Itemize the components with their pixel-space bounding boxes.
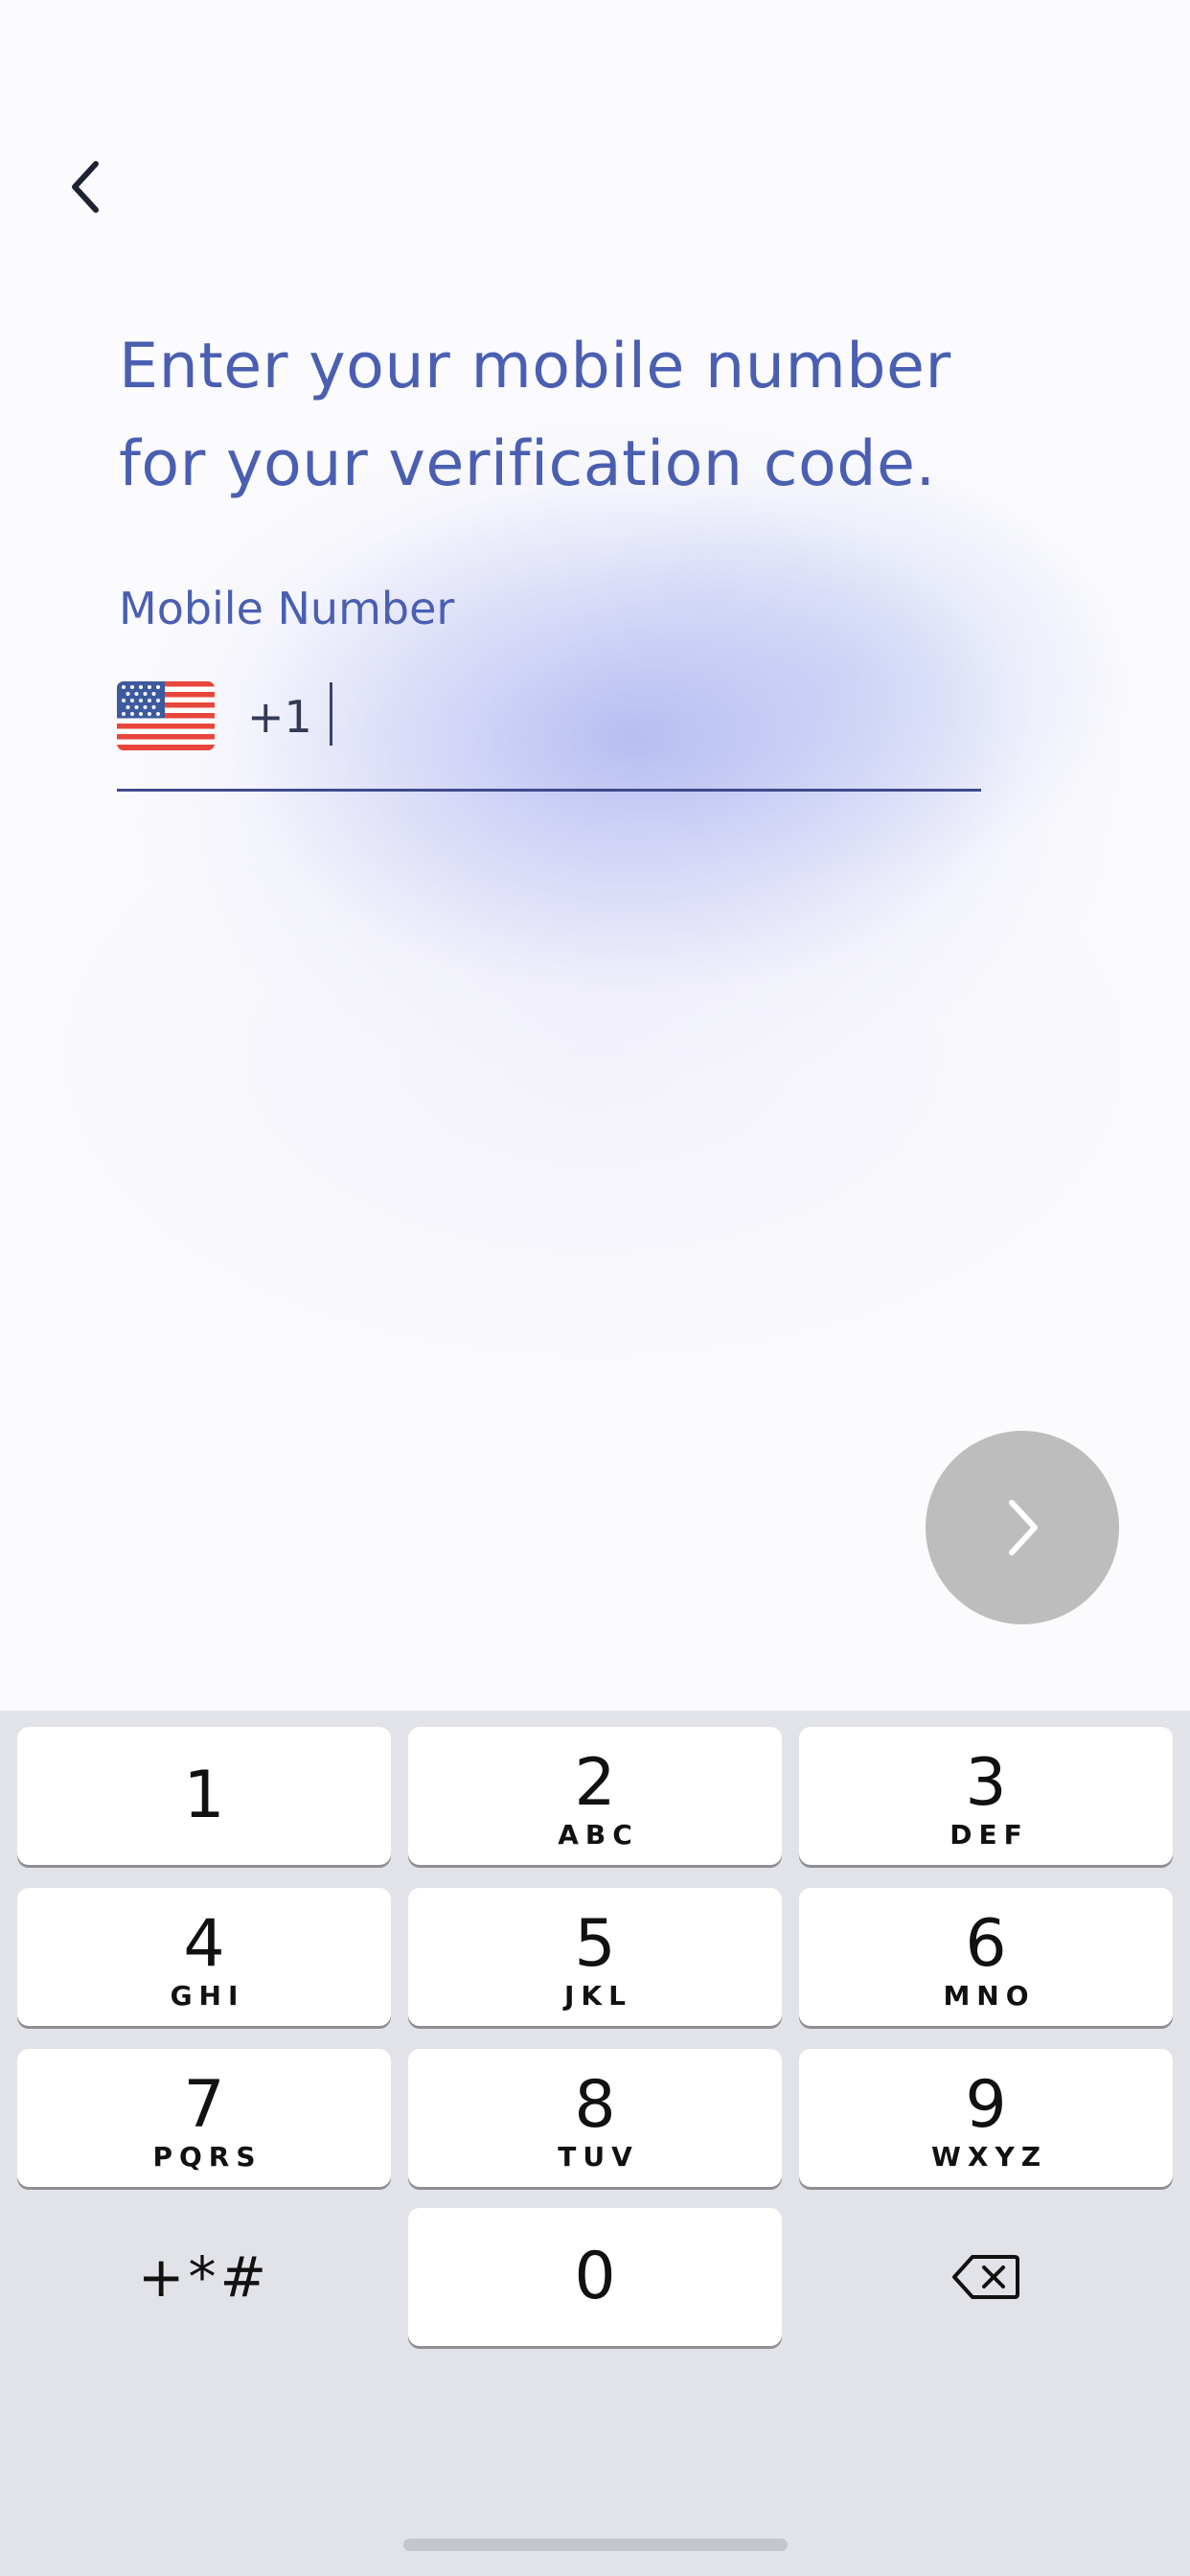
key-digit: 0 — [574, 2239, 616, 2314]
chevron-left-icon — [72, 161, 99, 213]
back-button[interactable] — [57, 153, 115, 220]
next-button[interactable] — [926, 1431, 1119, 1624]
title-line-2: for your verification code. — [119, 428, 936, 500]
key-2[interactable]: 2 ABC — [408, 1727, 782, 1865]
key-letters: WXYZ — [930, 2141, 1048, 2173]
key-letters: PQRS — [152, 2141, 263, 2173]
key-digit: 1 — [183, 1758, 225, 1833]
key-letters: MNO — [943, 1980, 1036, 2012]
mobile-number-label: Mobile Number — [119, 583, 455, 634]
phone-number-input[interactable] — [328, 682, 960, 749]
key-3[interactable]: 3 DEF — [799, 1727, 1173, 1865]
key-symbols[interactable]: +*# — [17, 2208, 391, 2346]
key-1[interactable]: 1 — [17, 1727, 391, 1865]
key-letters: ABC — [558, 1819, 639, 1851]
home-indicator[interactable] — [403, 2539, 788, 2551]
text-cursor — [330, 682, 332, 746]
key-letters: GHI — [170, 1980, 245, 2012]
us-flag-icon[interactable] — [117, 681, 215, 750]
key-5[interactable]: 5 JKL — [408, 1888, 782, 2026]
page-title: Enter your mobile number for your verifi… — [119, 318, 1077, 514]
key-digit: 6 — [965, 1906, 1007, 1982]
delete-button[interactable] — [799, 2208, 1173, 2346]
key-digit: 3 — [965, 1745, 1007, 1821]
key-letters: TUV — [558, 2141, 639, 2173]
backspace-icon — [952, 2255, 1019, 2299]
country-code: +1 — [247, 691, 312, 743]
key-digit: 4 — [183, 1906, 225, 1982]
key-7[interactable]: 7 PQRS — [17, 2049, 391, 2187]
key-9[interactable]: 9 WXYZ — [799, 2049, 1173, 2187]
phone-input-row[interactable]: +1 — [117, 671, 981, 792]
key-digit: 8 — [574, 2067, 616, 2143]
title-line-1: Enter your mobile number — [119, 331, 951, 402]
key-digit: 2 — [574, 1745, 616, 1821]
key-6[interactable]: 6 MNO — [799, 1888, 1173, 2026]
key-digit: 5 — [574, 1906, 616, 1982]
numeric-keyboard: 1 2 ABC 3 DEF 4 GHI 5 JKL 6 MNO 7 PQRS 8… — [0, 1711, 1190, 2576]
symbols-label: +*# — [137, 2244, 271, 2310]
chevron-right-icon — [1009, 1500, 1038, 1555]
key-letters: JKL — [564, 1980, 632, 2012]
key-letters: DEF — [950, 1819, 1029, 1851]
key-digit: 7 — [183, 2067, 225, 2143]
key-4[interactable]: 4 GHI — [17, 1888, 391, 2026]
key-0[interactable]: 0 — [408, 2208, 782, 2346]
key-8[interactable]: 8 TUV — [408, 2049, 782, 2187]
key-digit: 9 — [965, 2067, 1007, 2143]
